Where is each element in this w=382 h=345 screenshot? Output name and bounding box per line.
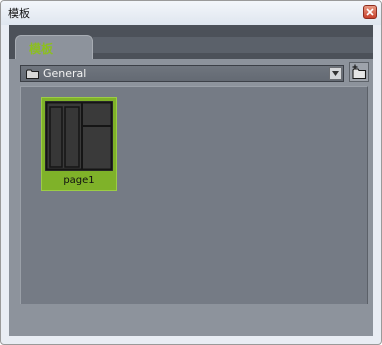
new-folder-icon: [349, 62, 369, 82]
new-folder-button[interactable]: [349, 62, 369, 82]
template-grid: page1: [20, 86, 368, 305]
template-item[interactable]: page1: [41, 97, 117, 191]
close-icon: [366, 8, 374, 16]
close-button[interactable]: [363, 5, 377, 19]
tab-strip: [93, 37, 373, 53]
template-name: page1: [63, 175, 95, 186]
dropdown-button[interactable]: [329, 67, 342, 80]
folder-icon: [26, 69, 39, 79]
tab-label: 模板: [29, 42, 54, 56]
panel-footer: [9, 304, 373, 336]
template-panel-frame: 模板 General page1: [9, 25, 373, 336]
folder-select-value: General: [43, 67, 87, 80]
template-panel: General page1: [9, 59, 373, 336]
folder-select[interactable]: General: [20, 65, 344, 82]
layout-thumbnail: [45, 101, 113, 171]
template-window: 模板 模板 General page1: [0, 0, 382, 345]
chevron-down-icon: [332, 71, 339, 76]
title-bar: 模板: [1, 1, 381, 25]
window-title: 模板: [8, 7, 30, 20]
tab-templates[interactable]: 模板: [15, 35, 93, 59]
